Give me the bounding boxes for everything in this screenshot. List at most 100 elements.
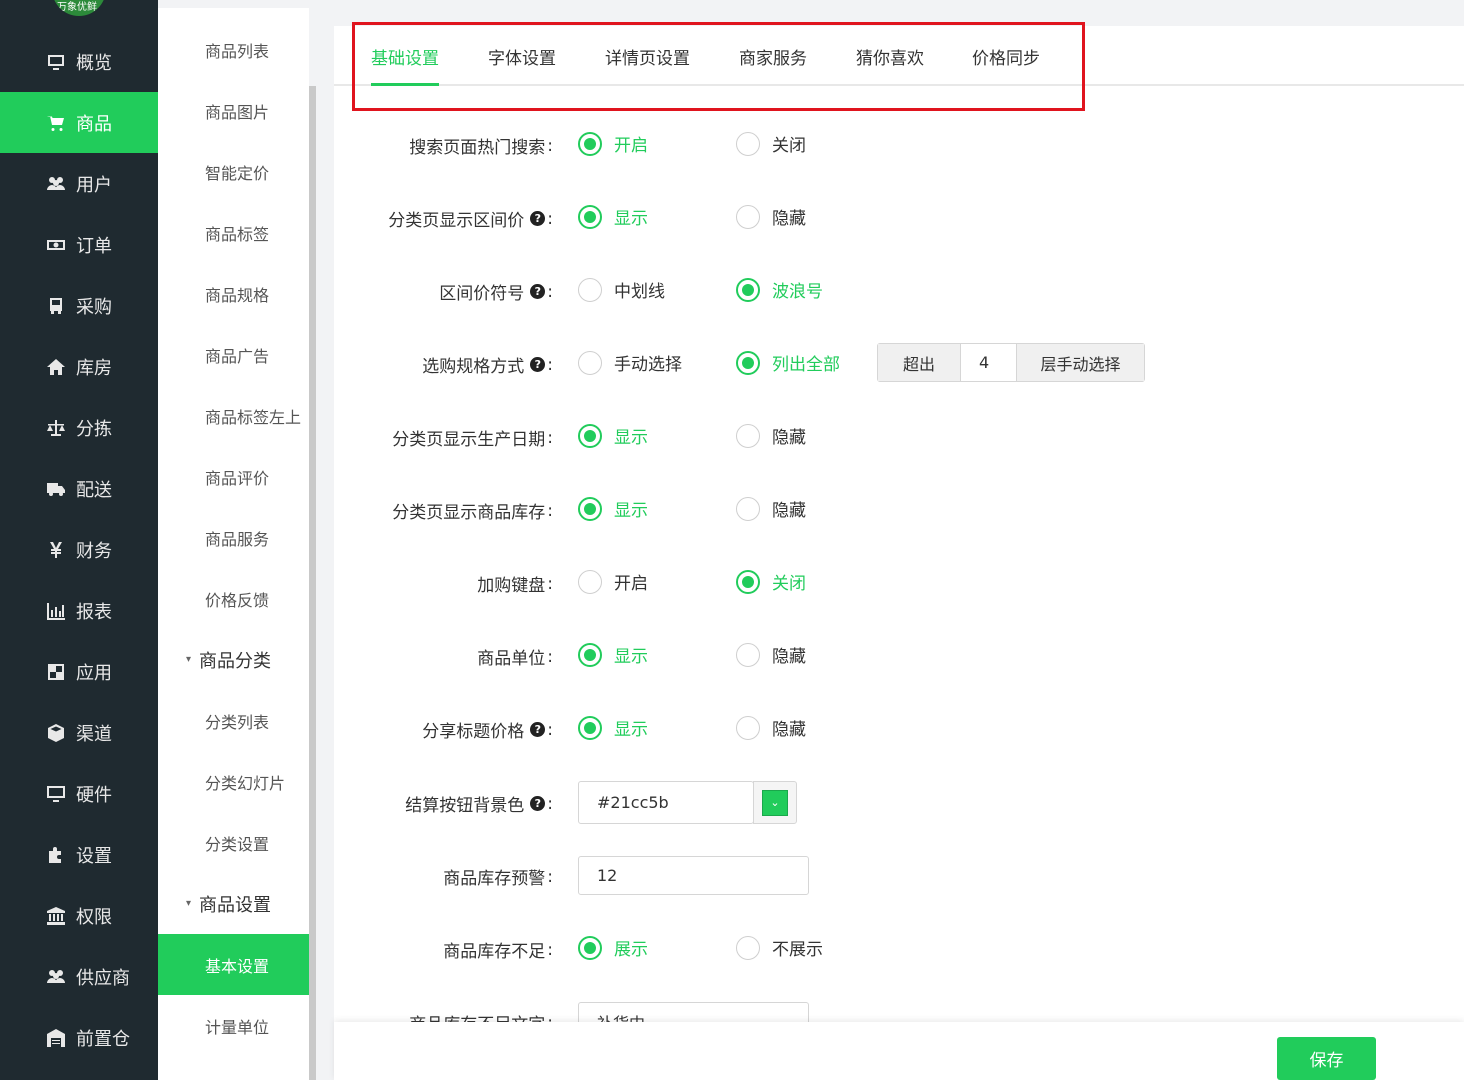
sidebar-item-12[interactable]: 硬件 xyxy=(0,763,158,824)
radio-option[interactable]: 隐藏 xyxy=(736,642,806,667)
sidebar-item-11[interactable]: 渠道 xyxy=(0,702,158,763)
sidebar-item-15[interactable]: 供应商 xyxy=(0,946,158,1007)
sub-menu-item[interactable]: 商品列表 xyxy=(158,19,309,80)
radio-option[interactable]: 隐藏 xyxy=(736,423,806,448)
sidebar-item-7[interactable]: 配送 xyxy=(0,458,158,519)
radio-option[interactable]: 隐藏 xyxy=(736,715,806,740)
sidebar-item-8[interactable]: 财务 xyxy=(0,519,158,580)
sidebar-item-4[interactable]: 采购 xyxy=(0,275,158,336)
sub-menu-group[interactable]: ▾ 商品分类 xyxy=(158,629,309,690)
sub-menu-item[interactable]: 价格反馈 xyxy=(158,568,309,629)
radio-option[interactable]: 中划线 xyxy=(578,277,665,302)
cube-icon xyxy=(44,721,68,745)
sub-menu-label: 计量单位 xyxy=(205,1017,270,1037)
spec-limit-prefix: 超出 xyxy=(878,344,960,381)
sub-menu-item[interactable]: 商品服务 xyxy=(158,507,309,568)
help-icon[interactable]: ? xyxy=(530,284,546,299)
sub-menu-label: 商品广告 xyxy=(205,346,270,366)
sidebar-item-label: 库房 xyxy=(76,357,112,379)
help-icon[interactable]: ? xyxy=(530,357,546,372)
sub-menu-label: 商品设置 xyxy=(199,894,272,916)
radio-option[interactable]: 显示 xyxy=(578,496,648,521)
home-icon xyxy=(44,355,68,379)
radio-option[interactable]: 开启 xyxy=(578,569,648,594)
sub-menu-item[interactable]: 商品评价 xyxy=(158,446,309,507)
sidebar-item-2[interactable]: 用户 xyxy=(0,153,158,214)
radio-stock-short-hide[interactable]: 不展示 xyxy=(736,935,823,960)
color-picker-button[interactable]: ⌄ xyxy=(753,781,797,824)
sidebar-item-9[interactable]: 报表 xyxy=(0,580,158,641)
radio-option[interactable]: 显示 xyxy=(578,715,648,740)
sub-menu-item[interactable]: 基本设置 xyxy=(158,934,309,995)
sidebar-item-10[interactable]: 应用 xyxy=(0,641,158,702)
sub-menu-item[interactable]: 商品标签 xyxy=(158,202,309,263)
sidebar-item-label: 配送 xyxy=(76,479,112,501)
radio-dot xyxy=(578,642,602,667)
sidebar-item-1[interactable]: 商品 xyxy=(0,92,158,153)
sub-menu-item[interactable]: 计量单位 xyxy=(158,995,309,1056)
radio-option[interactable]: 波浪号 xyxy=(736,277,823,302)
radio-dot xyxy=(736,569,760,594)
caret-down-icon: ▾ xyxy=(186,898,192,909)
radio-option[interactable]: 显示 xyxy=(578,642,648,667)
sidebar-item-label: 渠道 xyxy=(76,723,112,745)
tab-3[interactable]: 商家服务 xyxy=(739,44,807,69)
tab-4[interactable]: 猜你喜欢 xyxy=(856,44,924,69)
radio-option[interactable]: 隐藏 xyxy=(736,204,806,229)
sub-menu-item[interactable]: 分类幻灯片 xyxy=(158,751,309,812)
sub-menu-item[interactable]: 商品图片 xyxy=(158,80,309,141)
form-row-label: 区间价符号?: xyxy=(439,281,553,305)
help-icon[interactable]: ? xyxy=(530,211,546,226)
radio-option[interactable]: 显示 xyxy=(578,423,648,448)
sub-menu-group[interactable]: ▾ 商品设置 xyxy=(158,873,309,934)
brand-logo-text: 万象优鲜 xyxy=(57,2,97,13)
tab-1[interactable]: 字体设置 xyxy=(488,44,556,69)
sidebar-item-14[interactable]: 权限 xyxy=(0,885,158,946)
radio-option[interactable]: 显示 xyxy=(578,204,648,229)
sidebar-item-5[interactable]: 库房 xyxy=(0,336,158,397)
radio-option[interactable]: 列出全部 xyxy=(736,350,840,375)
sidebar-item-6[interactable]: 分拣 xyxy=(0,397,158,458)
sidebar-item-13[interactable]: 设置 xyxy=(0,824,158,885)
sub-menu-item[interactable]: 分类列表 xyxy=(158,690,309,751)
tab-0[interactable]: 基础设置 xyxy=(371,44,439,86)
radio-dot xyxy=(736,277,760,302)
form-row-label: 分类页显示生产日期: xyxy=(392,427,553,451)
sub-menu-item[interactable]: 智能定价 xyxy=(158,141,309,202)
radio-option[interactable]: 关闭 xyxy=(736,569,806,594)
tab-5[interactable]: 价格同步 xyxy=(972,44,1040,69)
radio-dot xyxy=(736,496,760,521)
form-row-label: 分类页显示商品库存: xyxy=(392,500,553,524)
sidebar-item-label: 设置 xyxy=(76,845,112,867)
save-button[interactable]: 保存 xyxy=(1277,1037,1376,1080)
sidebar-item-0[interactable]: 概览 xyxy=(0,31,158,92)
radio-option[interactable]: 关闭 xyxy=(736,131,806,156)
stock-warning-input[interactable]: 12 xyxy=(578,856,809,895)
desktop-icon xyxy=(44,782,68,806)
help-icon[interactable]: ? xyxy=(530,722,546,737)
sub-menu-scrollbar[interactable] xyxy=(309,86,316,1080)
sub-menu-item[interactable]: 商品标签左上 xyxy=(158,385,309,446)
radio-dot xyxy=(578,204,602,229)
radio-dot xyxy=(578,935,602,960)
sub-menu-label: 商品评价 xyxy=(205,468,270,488)
sub-menu-item[interactable]: 商品广告 xyxy=(158,324,309,385)
sub-menu-item[interactable]: 商品详情 xyxy=(158,1056,309,1080)
radio-option[interactable]: 隐藏 xyxy=(736,496,806,521)
sub-menu-item[interactable]: 分类设置 xyxy=(158,812,309,873)
radio-dot xyxy=(578,715,602,740)
radio-option[interactable]: 开启 xyxy=(578,131,648,156)
sub-menu-label: 商品标签 xyxy=(205,224,270,244)
radio-stock-short-show[interactable]: 展示 xyxy=(578,935,648,960)
tab-2[interactable]: 详情页设置 xyxy=(605,44,690,69)
radio-option[interactable]: 手动选择 xyxy=(578,350,682,375)
help-icon[interactable]: ? xyxy=(530,796,546,811)
sidebar-item-label: 订单 xyxy=(76,235,112,257)
checkout-color-input[interactable]: #21cc5b xyxy=(578,781,754,824)
radio-dot xyxy=(578,277,602,302)
sidebar-item-label: 供应商 xyxy=(76,967,130,989)
sidebar-item-16[interactable]: 前置仓 xyxy=(0,1007,158,1068)
spec-limit-input[interactable]: 4 xyxy=(960,344,1017,381)
sub-menu-item[interactable]: 商品规格 xyxy=(158,263,309,324)
sidebar-item-3[interactable]: 订单 xyxy=(0,214,158,275)
